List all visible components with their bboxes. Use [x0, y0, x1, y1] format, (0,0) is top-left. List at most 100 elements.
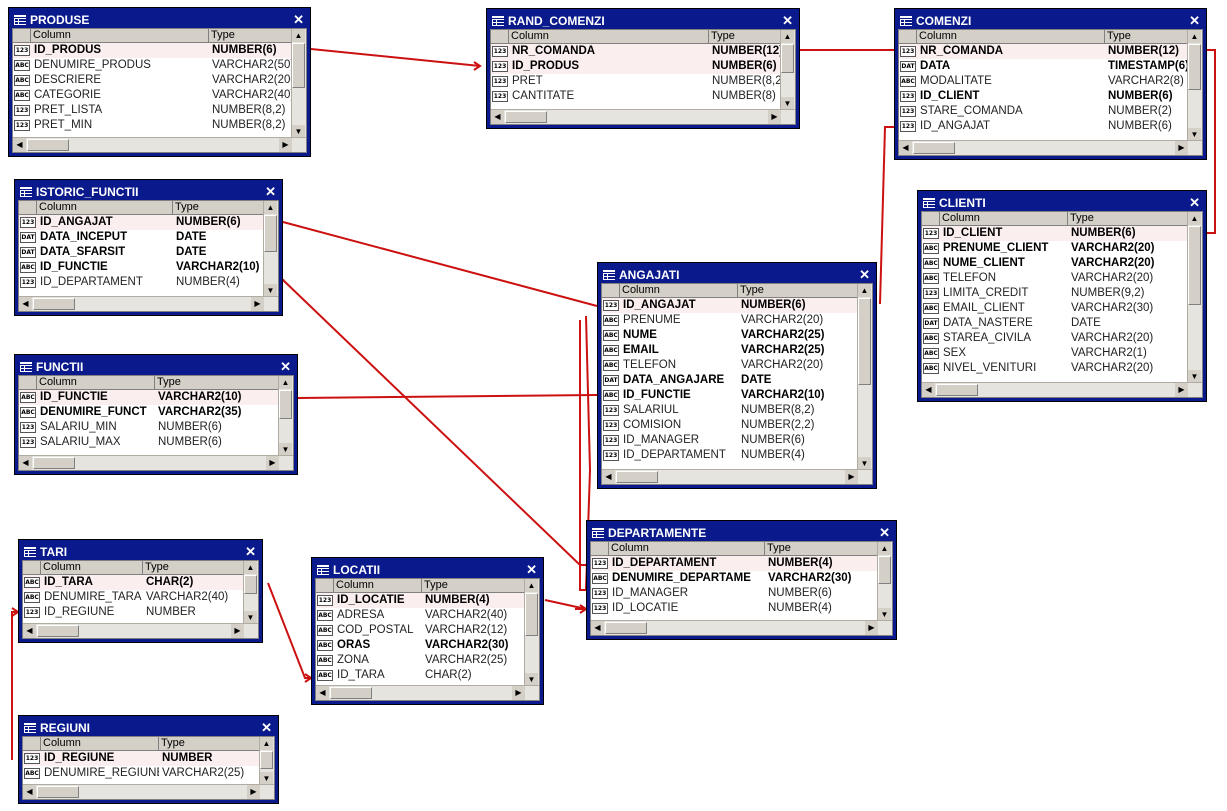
column-header[interactable]: Column [41, 737, 159, 751]
table-comenzi[interactable]: COMENZI ✕ Column Type 123 NR_COMANDA NUMBER(12… [894, 8, 1207, 160]
table-row[interactable]: 123 ID_LOCATIE NUMBER(4) [591, 601, 878, 616]
table-row[interactable]: ABC NUME_CLIENT VARCHAR2(20) [922, 256, 1188, 271]
column-header[interactable]: Column [41, 561, 143, 575]
type-header[interactable]: Type [143, 561, 244, 575]
table-row[interactable]: ABC NUME VARCHAR2(25) [602, 328, 858, 343]
table-row[interactable]: 123 ID_MANAGER NUMBER(6) [602, 433, 858, 448]
scroll-right-icon[interactable]: ▶ [512, 686, 525, 700]
table-title-bar[interactable]: ANGAJATI ✕ [601, 266, 873, 283]
table-row[interactable]: 123 ID_ANGAJAT NUMBER(6) [19, 215, 264, 230]
scroll-right-icon[interactable]: ▶ [247, 785, 260, 799]
vertical-scrollbar[interactable]: ▲ ▼ [263, 201, 278, 297]
column-header[interactable]: Column [334, 579, 422, 593]
close-icon[interactable]: ✕ [1189, 12, 1200, 29]
table-istoric-functii[interactable]: ISTORIC_FUNCTII ✕ Column Type 123 ID_ANGAJAT N… [14, 179, 283, 316]
close-icon[interactable]: ✕ [782, 12, 793, 29]
table-title-bar[interactable]: DEPARTAMENTE ✕ [590, 524, 893, 541]
table-row[interactable]: 123 SALARIU_MAX NUMBER(6) [19, 435, 279, 450]
table-row[interactable]: 123 SALARIUL NUMBER(8,2) [602, 403, 858, 418]
table-row[interactable]: ABC DENUMIRE_DEPARTAME VARCHAR2(30) [591, 571, 878, 586]
table-row[interactable]: DAT DATA_INCEPUT DATE [19, 230, 264, 245]
table-row[interactable]: 123 ID_CLIENT NUMBER(6) [922, 226, 1188, 241]
table-row[interactable]: ABC PRENUME VARCHAR2(20) [602, 313, 858, 328]
scroll-thumb[interactable] [264, 215, 277, 252]
table-row[interactable]: ABC TELEFON VARCHAR2(20) [602, 358, 858, 373]
table-row[interactable]: ABC DENUMIRE_TARA VARCHAR2(40) [23, 590, 244, 605]
table-row[interactable]: ABC ID_TARA CHAR(2) [23, 575, 244, 590]
scroll-thumb[interactable] [878, 556, 891, 584]
scroll-up-icon[interactable]: ▲ [1188, 212, 1201, 225]
horizontal-scrollbar[interactable]: ◀ ▶ [899, 140, 1202, 155]
scroll-left-icon[interactable]: ◀ [602, 470, 615, 484]
scroll-right-icon[interactable]: ▶ [266, 456, 279, 470]
table-locatii[interactable]: LOCATII ✕ Column Type 123 ID_LOCATIE NUMBER(4)… [311, 557, 544, 705]
scroll-thumb[interactable] [936, 384, 978, 396]
table-row[interactable]: ABC TELEFON VARCHAR2(20) [922, 271, 1188, 286]
table-row[interactable]: 123 LIMITA_CREDIT NUMBER(9,2) [922, 286, 1188, 301]
close-icon[interactable]: ✕ [293, 11, 304, 28]
table-title-bar[interactable]: REGIUNI ✕ [22, 719, 275, 736]
type-header[interactable]: Type [738, 284, 858, 298]
column-header[interactable]: Column [509, 30, 709, 44]
table-row[interactable]: 123 COMISION NUMBER(2,2) [602, 418, 858, 433]
column-header[interactable]: Column [917, 30, 1105, 44]
scroll-right-icon[interactable]: ▶ [1175, 383, 1188, 397]
scroll-up-icon[interactable]: ▲ [292, 29, 305, 42]
scroll-thumb[interactable] [858, 298, 871, 385]
close-icon[interactable]: ✕ [265, 183, 276, 200]
type-header[interactable]: Type [173, 201, 264, 215]
horizontal-scrollbar[interactable]: ◀ ▶ [13, 137, 306, 152]
type-header[interactable]: Type [765, 542, 878, 556]
scroll-left-icon[interactable]: ◀ [899, 141, 912, 155]
scroll-up-icon[interactable]: ▲ [1188, 30, 1201, 43]
scroll-thumb[interactable] [260, 751, 273, 769]
horizontal-scrollbar[interactable]: ◀ ▶ [316, 685, 539, 700]
vertical-scrollbar[interactable]: ▲ ▼ [877, 542, 892, 621]
scroll-thumb[interactable] [279, 390, 292, 419]
scroll-right-icon[interactable]: ▶ [279, 138, 292, 152]
vertical-scrollbar[interactable]: ▲ ▼ [259, 737, 274, 785]
close-icon[interactable]: ✕ [1189, 194, 1200, 211]
type-header[interactable]: Type [709, 30, 781, 44]
scroll-up-icon[interactable]: ▲ [264, 201, 277, 214]
close-icon[interactable]: ✕ [879, 524, 890, 541]
scroll-up-icon[interactable]: ▲ [878, 542, 891, 555]
scroll-thumb[interactable] [1188, 44, 1201, 90]
vertical-scrollbar[interactable]: ▲ ▼ [857, 284, 872, 470]
table-row[interactable]: 123 SALARIU_MIN NUMBER(6) [19, 420, 279, 435]
table-row[interactable]: ABC CATEGORIE VARCHAR2(40) [13, 88, 292, 103]
table-row[interactable]: 123 NR_COMANDA NUMBER(12) [899, 44, 1188, 59]
table-row[interactable]: ABC STAREA_CIVILA VARCHAR2(20) [922, 331, 1188, 346]
table-title-bar[interactable]: LOCATII ✕ [315, 561, 540, 578]
column-header[interactable]: Column [609, 542, 765, 556]
vertical-scrollbar[interactable]: ▲ ▼ [243, 561, 258, 624]
scroll-left-icon[interactable]: ◀ [19, 456, 32, 470]
horizontal-scrollbar[interactable]: ◀ ▶ [591, 620, 892, 635]
table-row[interactable]: ABC DENUMIRE_FUNCT VARCHAR2(35) [19, 405, 279, 420]
type-header[interactable]: Type [159, 737, 260, 751]
table-title-bar[interactable]: FUNCTII ✕ [18, 358, 294, 375]
vertical-scrollbar[interactable]: ▲ ▼ [291, 29, 306, 138]
scroll-thumb[interactable] [37, 625, 79, 637]
scroll-thumb[interactable] [913, 142, 955, 154]
column-header[interactable]: Column [940, 212, 1068, 226]
table-row[interactable]: 123 PRET_LISTA NUMBER(8,2) [13, 103, 292, 118]
table-row[interactable]: 123 CANTITATE NUMBER(8) [491, 89, 781, 104]
table-row[interactable]: ABC PRENUME_CLIENT VARCHAR2(20) [922, 241, 1188, 256]
scroll-up-icon[interactable]: ▲ [525, 579, 538, 592]
table-title-bar[interactable]: CLIENTI ✕ [921, 194, 1203, 211]
vertical-scrollbar[interactable]: ▲ ▼ [780, 30, 795, 110]
scroll-left-icon[interactable]: ◀ [922, 383, 935, 397]
scroll-up-icon[interactable]: ▲ [781, 30, 794, 43]
scroll-thumb[interactable] [1188, 226, 1201, 305]
table-title-bar[interactable]: PRODUSE ✕ [12, 11, 307, 28]
table-angajati[interactable]: ANGAJATI ✕ Column Type 123 ID_ANGAJAT NUMBER(6… [597, 262, 877, 489]
table-row[interactable]: 123 ID_MANAGER NUMBER(6) [591, 586, 878, 601]
scroll-left-icon[interactable]: ◀ [23, 785, 36, 799]
table-row[interactable]: 123 ID_PRODUS NUMBER(6) [491, 59, 781, 74]
scroll-left-icon[interactable]: ◀ [13, 138, 26, 152]
horizontal-scrollbar[interactable]: ◀ ▶ [602, 469, 872, 484]
table-row[interactable]: 123 ID_CLIENT NUMBER(6) [899, 89, 1188, 104]
table-rand-comenzi[interactable]: RAND_COMENZI ✕ Column Type 123 NR_COMANDA NUMB… [486, 8, 800, 129]
close-icon[interactable]: ✕ [261, 719, 272, 736]
